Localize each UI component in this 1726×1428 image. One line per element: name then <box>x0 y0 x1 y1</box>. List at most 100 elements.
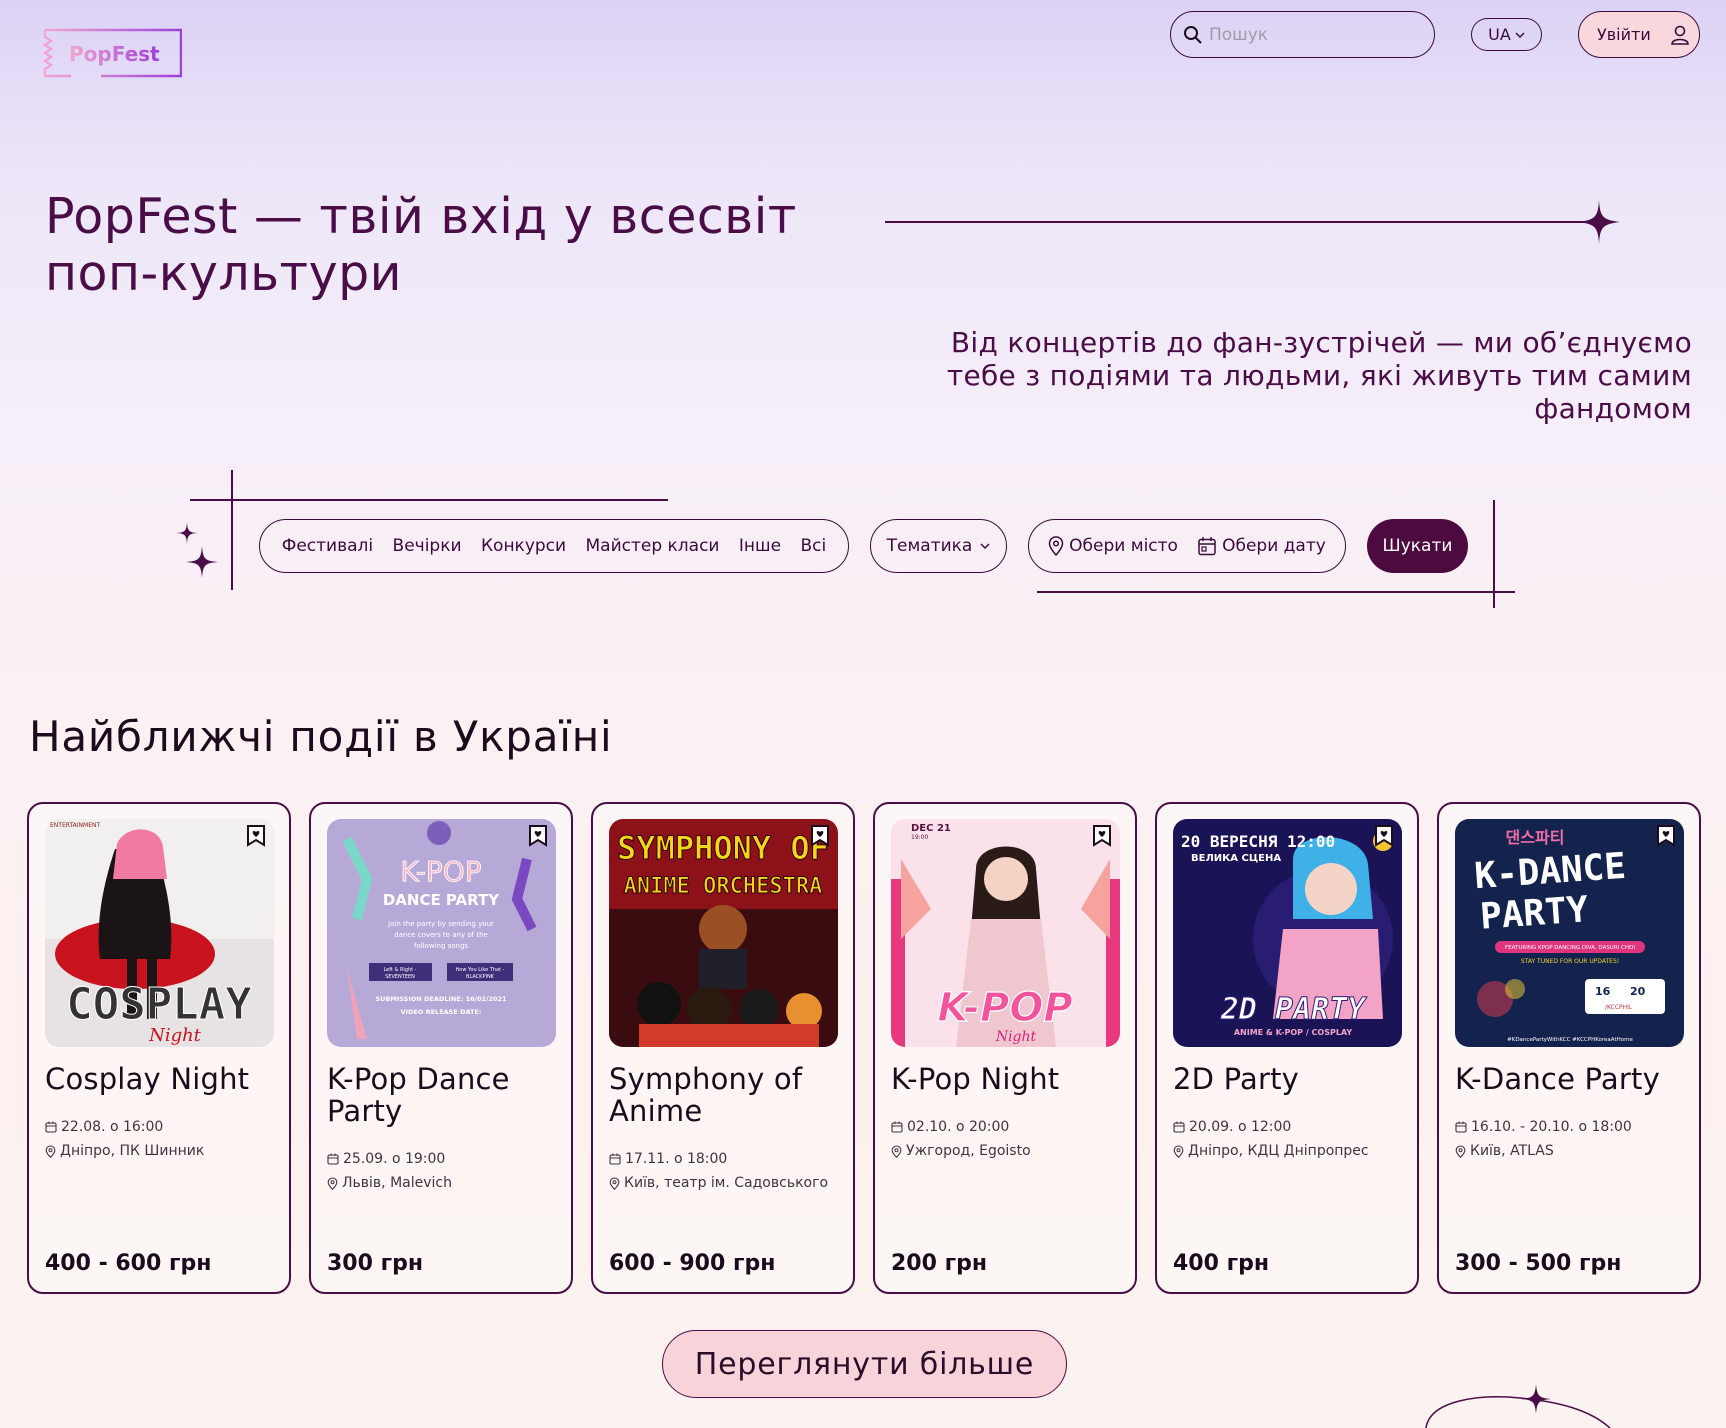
bookmark-icon[interactable] <box>810 825 830 847</box>
svg-text:/KCCPHIL: /KCCPHIL <box>1605 1004 1633 1011</box>
category-filter: Фестивалі Вечірки Конкурси Майстер класи… <box>259 519 849 573</box>
svg-text:Join the party by sending your: Join the party by sending your <box>387 920 494 928</box>
category-festivals[interactable]: Фестивалі <box>282 536 373 556</box>
svg-text:20 ВЕРЕСНЯ 12:00: 20 ВЕРЕСНЯ 12:00 <box>1181 832 1335 851</box>
event-date: 02.10. о 20:00 <box>891 1115 1119 1139</box>
location-pin-icon <box>1048 536 1064 556</box>
calendar-icon <box>891 1121 903 1133</box>
logo[interactable]: PopFest <box>41 27 183 79</box>
svg-text:dance covers to any of the: dance covers to any of the <box>394 931 488 939</box>
event-card[interactable]: DEC 21 19:00 K-POP Night K-Pop Night 02.… <box>873 802 1137 1294</box>
search-button[interactable]: Шукати <box>1367 519 1468 573</box>
sparkle-icon <box>1578 200 1620 244</box>
event-title: K-Pop Night <box>891 1062 1060 1096</box>
event-place-text: Київ, театр ім. Садовського <box>624 1175 829 1191</box>
location-pin-icon <box>327 1176 338 1190</box>
search-bar[interactable] <box>1170 11 1435 58</box>
category-all[interactable]: Всі <box>800 536 826 556</box>
event-place: Ужгород, Egoisto <box>891 1139 1119 1163</box>
svg-text:K-POP: K-POP <box>400 855 481 888</box>
event-date: 17.11. о 18:00 <box>609 1147 837 1171</box>
event-title: K-Pop Dance Party <box>327 1062 510 1128</box>
svg-text:DEC 21: DEC 21 <box>911 823 951 834</box>
event-date-text: 17.11. о 18:00 <box>625 1151 728 1167</box>
svg-text:SUBMISSION DEADLINE: 16/02/202: SUBMISSION DEADLINE: 16/02/2021 <box>375 995 506 1003</box>
view-more-button[interactable]: Переглянути більше <box>662 1330 1067 1398</box>
bookmark-icon[interactable] <box>1092 825 1112 847</box>
category-contests[interactable]: Конкурси <box>481 536 566 556</box>
svg-text:PARTY: PARTY <box>1479 889 1590 937</box>
sparkles-icon <box>176 522 218 578</box>
event-place: Київ, ATLAS <box>1455 1139 1683 1163</box>
event-card[interactable]: 댄스파티 K-DANCE PARTY FEATURING KPOP DANCIN… <box>1437 802 1701 1294</box>
language-label: UA <box>1488 25 1511 44</box>
svg-text:SEVENTEEN: SEVENTEEN <box>385 974 415 980</box>
svg-text:VIDEO RELEASE DATE:: VIDEO RELEASE DATE: <box>401 1008 482 1016</box>
city-label: Обери місто <box>1069 536 1178 556</box>
theme-label: Тематика <box>886 536 973 556</box>
login-button[interactable]: Увійти <box>1578 11 1700 58</box>
svg-text:following songs: following songs <box>414 942 469 950</box>
event-poster: DEC 21 19:00 K-POP Night <box>891 819 1120 1047</box>
event-title: Symphony of Anime <box>609 1062 803 1128</box>
event-cards: ENTERTAINMENT COSPLAY Night Cosplay Nigh… <box>27 802 1703 1294</box>
event-date-text: 25.09. о 19:00 <box>343 1151 446 1167</box>
event-place-text: Ужгород, Egoisto <box>906 1143 1031 1159</box>
event-date: 16.10. - 20.10. о 18:00 <box>1455 1115 1683 1139</box>
hero-divider <box>885 221 1592 223</box>
logo-frame-icon: PopFest <box>42 28 183 78</box>
svg-text:DANCE PARTY: DANCE PARTY <box>383 891 500 909</box>
bookmark-icon[interactable] <box>528 825 548 847</box>
login-label: Увійти <box>1597 25 1651 44</box>
event-place-text: Дніпро, ПК Шинник <box>60 1143 205 1159</box>
category-other[interactable]: Інше <box>739 536 781 556</box>
language-select[interactable]: UA <box>1471 18 1542 51</box>
event-card[interactable]: SYMPHONY OF ANIME ORCHESTRA Symphony of … <box>591 802 855 1294</box>
bookmark-icon[interactable] <box>1374 825 1394 847</box>
svg-text:#KDancePartyWithKCC #KCCPHKore: #KDancePartyWithKCC #KCCPHKoreaAtHome <box>1507 1037 1633 1043</box>
event-poster: 댄스파티 K-DANCE PARTY FEATURING KPOP DANCIN… <box>1455 819 1684 1047</box>
bookmark-icon[interactable] <box>1656 825 1676 847</box>
event-title: K-Dance Party <box>1455 1062 1660 1096</box>
svg-text:ANIME ORCHESTRA: ANIME ORCHESTRA <box>624 874 823 899</box>
event-date: 25.09. о 19:00 <box>327 1147 555 1171</box>
event-place-text: Київ, ATLAS <box>1470 1143 1554 1159</box>
svg-text:19:00: 19:00 <box>911 834 928 841</box>
location-pin-icon <box>891 1144 902 1158</box>
category-masterclasses[interactable]: Майстер класи <box>586 536 720 556</box>
event-poster: ENTERTAINMENT COSPLAY Night <box>45 819 274 1047</box>
svg-text:2D PARTY: 2D PARTY <box>1220 992 1367 1027</box>
event-price: 400 - 600 грн <box>45 1251 212 1276</box>
svg-text:STAY TUNED FOR OUR UPDATES!: STAY TUNED FOR OUR UPDATES! <box>1521 958 1619 965</box>
event-place-text: Дніпро, КДЦ Дніпропрес <box>1188 1143 1369 1159</box>
svg-text:FEATURING KPOP DANCING DIVA, D: FEATURING KPOP DANCING DIVA, DASURI CHOI <box>1505 945 1635 951</box>
event-poster: K-POP DANCE PARTY Join the party by send… <box>327 819 556 1047</box>
event-price: 600 - 900 грн <box>609 1251 776 1276</box>
hero-subtitle: Від концертів до фан-зустрічей — ми об’є… <box>946 326 1692 425</box>
event-card[interactable]: ENTERTAINMENT COSPLAY Night Cosplay Nigh… <box>27 802 291 1294</box>
event-title: Cosplay Night <box>45 1062 250 1096</box>
event-poster: 20 ВЕРЕСНЯ 12:00 ВЕЛИКА СЦЕНА 2D PARTY A… <box>1173 819 1402 1047</box>
hero-title: PopFest — твій вхід у всесвіт поп-культу… <box>45 188 797 302</box>
date-select[interactable]: Обери дату <box>1197 536 1326 556</box>
svg-text:How You Like That -: How You Like That - <box>456 967 505 973</box>
event-date-text: 02.10. о 20:00 <box>907 1119 1010 1135</box>
search-input[interactable] <box>1209 24 1409 45</box>
theme-dropdown[interactable]: Тематика <box>870 519 1007 573</box>
category-parties[interactable]: Вечірки <box>393 536 462 556</box>
city-select[interactable]: Обери місто <box>1048 536 1178 556</box>
calendar-icon <box>327 1153 339 1165</box>
event-date-text: 20.09. о 12:00 <box>1189 1119 1292 1135</box>
svg-text:COSPLAY: COSPLAY <box>66 979 252 1030</box>
calendar-icon <box>609 1153 621 1165</box>
svg-text:BLACKPINK: BLACKPINK <box>466 974 495 980</box>
calendar-icon <box>1198 537 1216 556</box>
calendar-icon <box>1173 1121 1185 1133</box>
event-date-text: 16.10. - 20.10. о 18:00 <box>1471 1119 1632 1135</box>
calendar-icon <box>45 1121 57 1133</box>
event-card[interactable]: 20 ВЕРЕСНЯ 12:00 ВЕЛИКА СЦЕНА 2D PARTY A… <box>1155 802 1419 1294</box>
bookmark-icon[interactable] <box>246 825 266 847</box>
event-card[interactable]: K-POP DANCE PARTY Join the party by send… <box>309 802 573 1294</box>
svg-text:ENTERTAINMENT: ENTERTAINMENT <box>50 822 100 829</box>
decor-line-left <box>231 470 233 590</box>
